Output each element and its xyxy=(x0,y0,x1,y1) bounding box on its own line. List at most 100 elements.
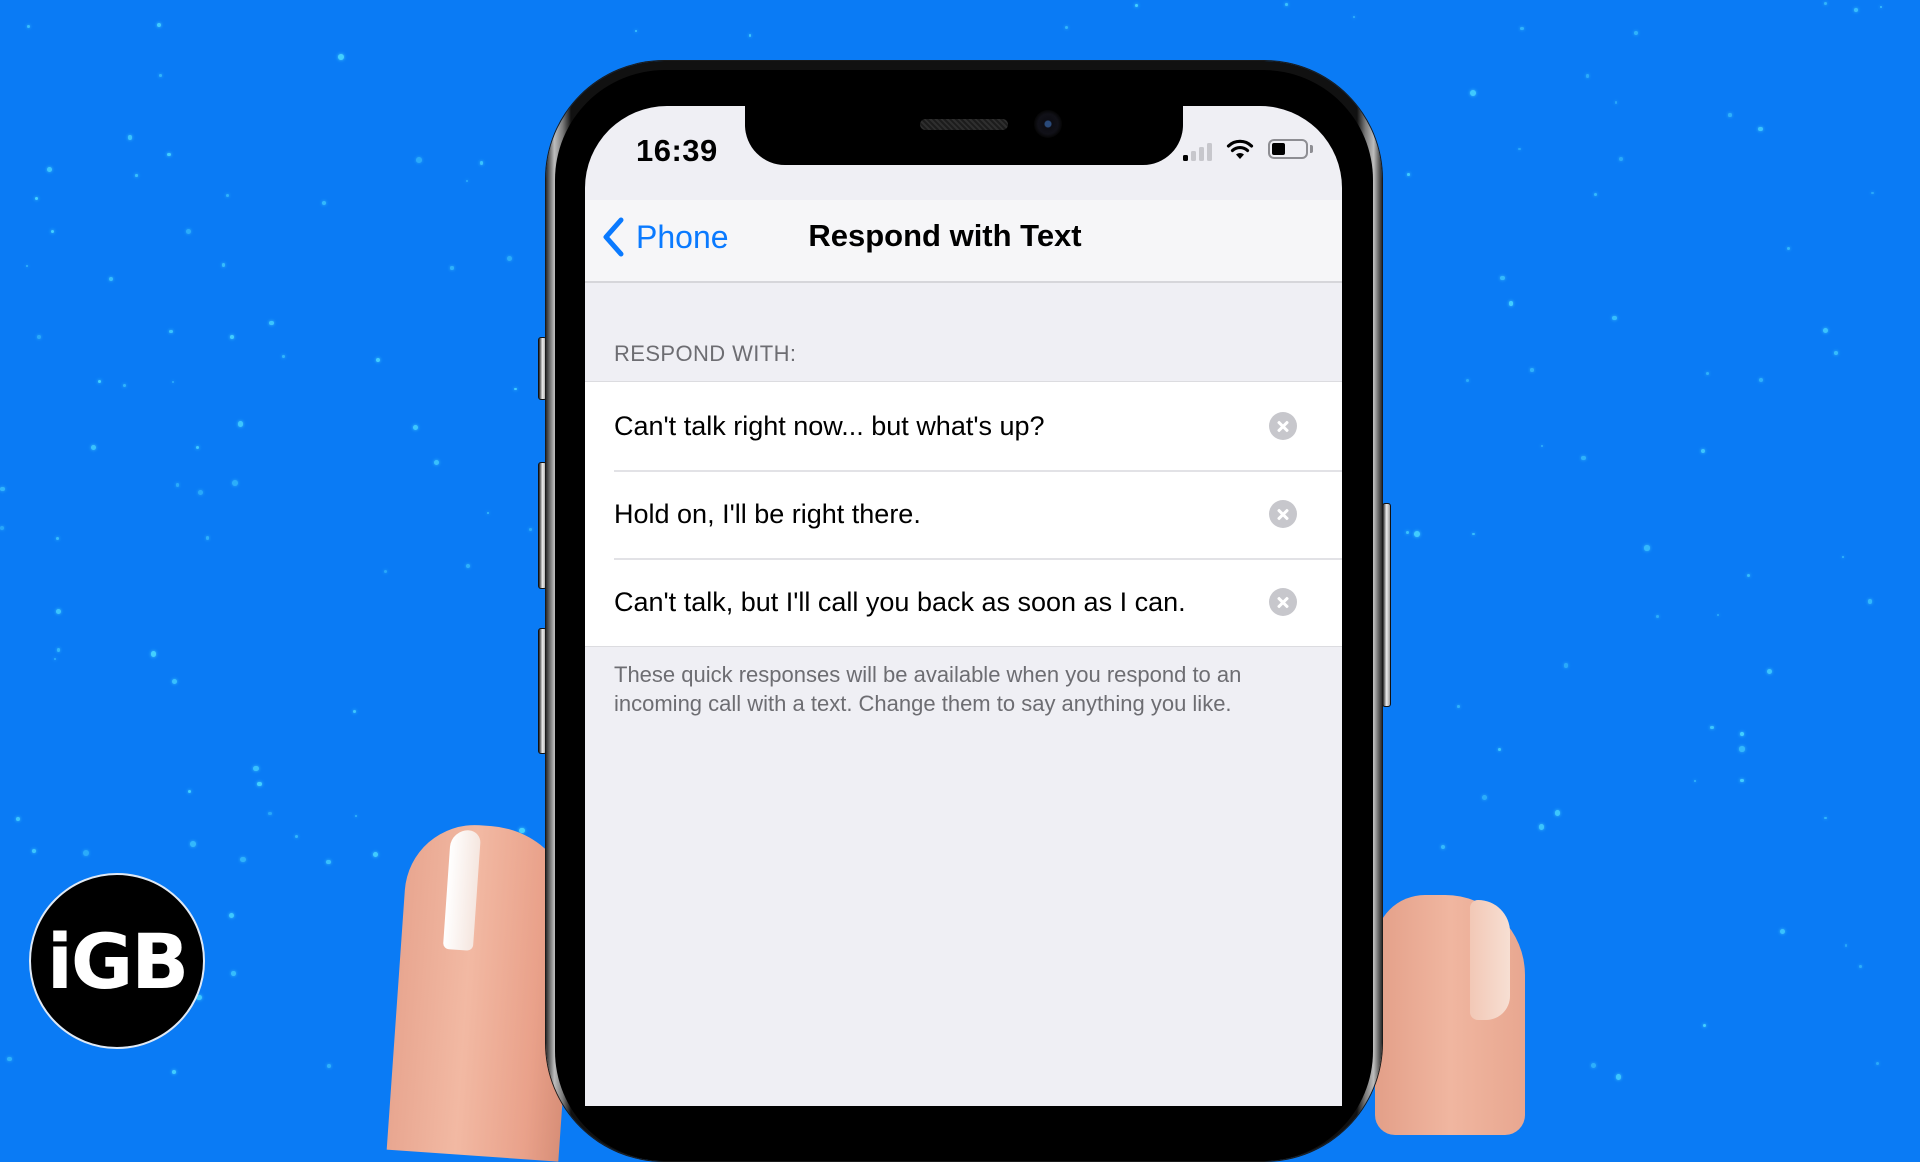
signal-bar xyxy=(1199,147,1204,161)
star-dot xyxy=(326,859,331,864)
star-dot xyxy=(36,334,42,340)
notch xyxy=(745,100,1183,165)
star-dot xyxy=(1644,545,1650,551)
star-dot xyxy=(1563,663,1568,668)
response-text-field[interactable]: Can't talk right now... but what's up? xyxy=(614,411,1342,442)
star-dot xyxy=(150,651,156,657)
star-dot xyxy=(1779,929,1785,935)
star-dot xyxy=(1822,327,1829,334)
clear-icon[interactable] xyxy=(1269,412,1297,440)
star-dot xyxy=(97,379,102,384)
signal-bar xyxy=(1191,151,1196,161)
star-dot xyxy=(55,536,60,541)
response-text-field[interactable]: Can't talk, but I'll call you back as so… xyxy=(614,587,1342,618)
star-dot xyxy=(50,229,54,233)
star-dot xyxy=(1758,126,1763,132)
right-thumbnail xyxy=(1470,900,1510,1020)
star-dot xyxy=(1482,795,1488,801)
section-footer: These quick responses will be available … xyxy=(614,662,1242,716)
page-title: Respond with Text xyxy=(808,218,1082,253)
response-text-field[interactable]: Hold on, I'll be right there. xyxy=(614,499,1342,530)
earpiece-speaker xyxy=(920,119,1008,130)
star-dot xyxy=(1879,5,1883,8)
star-dot xyxy=(0,486,5,492)
star-dot xyxy=(135,174,138,177)
star-dot xyxy=(1508,301,1514,307)
star-dot xyxy=(1655,615,1659,619)
star-dot xyxy=(1705,372,1709,376)
star-dot xyxy=(372,851,378,857)
star-dot xyxy=(195,445,199,449)
star-dot xyxy=(1833,350,1838,355)
star-dot xyxy=(1530,368,1534,372)
star-dot xyxy=(230,335,234,340)
star-dot xyxy=(465,563,471,568)
star-dot xyxy=(1519,26,1524,31)
star-dot xyxy=(529,527,533,531)
clear-icon[interactable] xyxy=(1269,500,1297,528)
section-header: RESPOND WITH: xyxy=(614,341,797,366)
response-row[interactable]: Can't talk, but I'll call you back as so… xyxy=(585,558,1342,646)
star-dot xyxy=(16,816,20,821)
star-dot xyxy=(205,536,210,540)
star-dot xyxy=(1786,247,1790,251)
signal-bar xyxy=(1207,143,1212,161)
response-row[interactable]: Can't talk right now... but what's up? xyxy=(585,382,1342,470)
star-dot xyxy=(1716,613,1720,617)
back-button[interactable]: Phone xyxy=(600,216,729,258)
star-dot xyxy=(127,134,133,140)
star-dot xyxy=(353,710,356,714)
star-dot xyxy=(198,489,204,495)
star-dot xyxy=(1694,779,1697,782)
star-dot xyxy=(257,781,262,787)
front-camera xyxy=(1034,110,1062,138)
star-dot xyxy=(1457,705,1460,708)
star-dot xyxy=(433,459,440,466)
star-dot xyxy=(268,811,272,816)
star-dot xyxy=(465,179,469,183)
star-dot xyxy=(1591,1063,1597,1069)
star-dot xyxy=(253,765,260,772)
star-dot xyxy=(1470,90,1477,97)
star-dot xyxy=(1867,599,1873,604)
star-dot xyxy=(171,678,178,685)
star-dot xyxy=(175,483,180,487)
chevron-left-icon xyxy=(603,217,624,257)
star-dot xyxy=(322,201,327,206)
logo-text: iGB xyxy=(46,916,189,1006)
response-row[interactable]: Hold on, I'll be right there. xyxy=(585,470,1342,558)
star-dot xyxy=(1747,573,1751,577)
star-dot xyxy=(1539,824,1545,830)
star-dot xyxy=(1413,531,1420,538)
star-dot xyxy=(1854,8,1858,13)
star-dot xyxy=(1728,113,1733,117)
signal-bar xyxy=(1183,155,1188,161)
star-dot xyxy=(1842,555,1845,558)
star-dot xyxy=(506,255,512,261)
star-dot xyxy=(486,512,490,515)
star-dot xyxy=(32,849,36,853)
star-dot xyxy=(91,445,97,450)
star-dot xyxy=(157,22,162,27)
star-dot xyxy=(384,569,388,574)
star-dot xyxy=(416,157,423,164)
star-dot xyxy=(1284,3,1288,6)
star-dot xyxy=(240,856,246,863)
star-dot xyxy=(634,29,637,32)
star-dot xyxy=(327,1064,331,1069)
star-dot xyxy=(221,263,226,268)
star-dot xyxy=(1702,1023,1707,1028)
star-dot xyxy=(53,657,57,661)
star-dot xyxy=(159,73,162,77)
star-dot xyxy=(167,152,171,157)
star-dot xyxy=(34,197,39,201)
star-dot xyxy=(450,266,454,270)
star-dot xyxy=(1585,74,1590,78)
clear-icon[interactable] xyxy=(1269,588,1297,616)
star-dot xyxy=(1766,668,1773,674)
star-dot xyxy=(230,970,236,976)
cellular-signal-icon xyxy=(1183,143,1212,161)
star-dot xyxy=(1615,1074,1622,1080)
star-dot xyxy=(514,388,517,391)
star-dot xyxy=(188,790,192,794)
